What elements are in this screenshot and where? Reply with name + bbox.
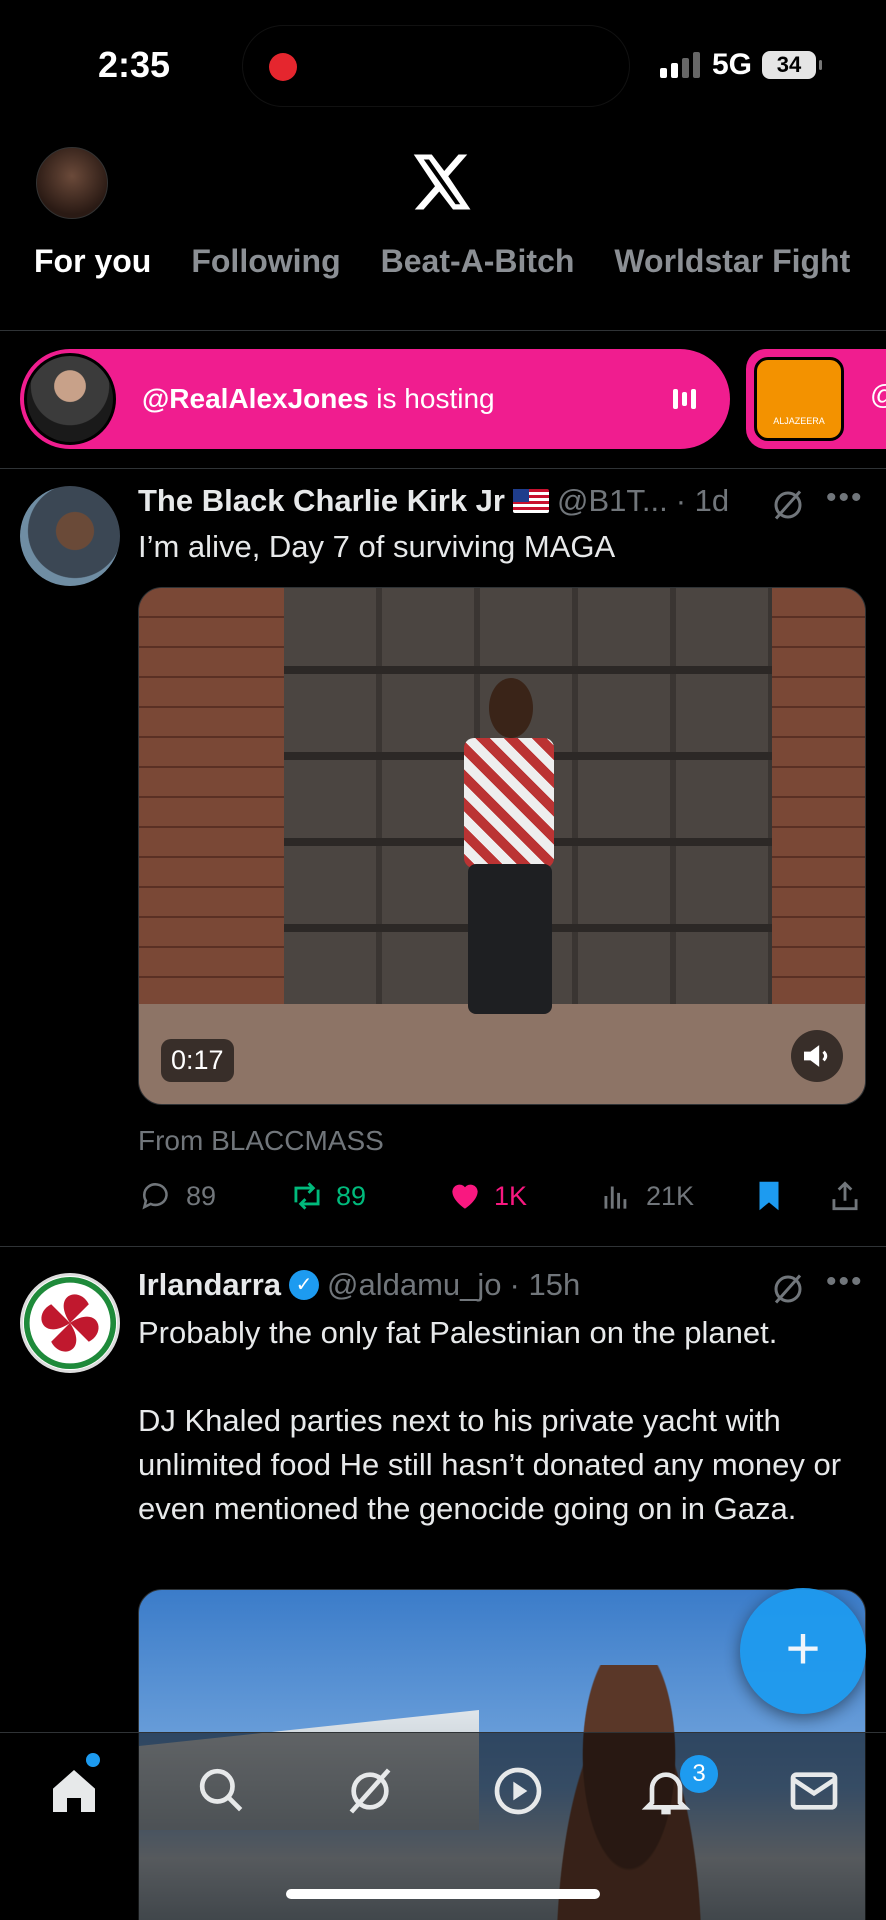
host-handle: @RealAlexJones <box>142 383 369 414</box>
post-header: The Black Charlie Kirk Jr @B1T... · 1d <box>138 483 729 519</box>
video-subject <box>454 678 564 1058</box>
nav-grok[interactable] <box>342 1763 402 1823</box>
top-header: For you Following Beat-A-Bitch Worldstar… <box>0 130 886 331</box>
repost-button[interactable]: 89 <box>288 1171 366 1221</box>
like-button[interactable]: 1K <box>446 1171 527 1221</box>
post-time: · 15h <box>509 1267 581 1302</box>
recording-indicator-icon <box>269 53 297 81</box>
space-host-text: @RealAlexJones is hosting <box>142 383 673 415</box>
home-icon <box>53 1770 95 1812</box>
tab-list-worldstar[interactable]: Worldstar Fight <box>594 235 870 295</box>
more-options-icon[interactable]: ••• <box>826 481 864 515</box>
post-video[interactable]: 0:17 <box>138 587 866 1105</box>
status-time: 2:35 <box>98 44 171 85</box>
like-count: 1K <box>494 1180 528 1211</box>
bookmark-button[interactable] <box>750 1171 788 1221</box>
reply-button[interactable]: 89 <box>138 1171 216 1221</box>
tab-following[interactable]: Following <box>171 235 360 295</box>
home-notification-dot <box>86 1753 100 1767</box>
post-time: · 1d <box>675 483 730 518</box>
search-icon <box>199 1768 243 1812</box>
author-avatar[interactable] <box>20 486 120 586</box>
tab-list-beat[interactable]: Beat-A-Bitch <box>361 235 595 295</box>
post-actions: 89 89 1K 21K <box>138 1171 868 1221</box>
cellular-signal-icon <box>660 52 700 78</box>
views-button[interactable]: 21K <box>598 1171 694 1221</box>
battery-icon: 34 <box>762 51 822 79</box>
spaces-bar: @RealAlexJones is hosting ALJAZEERA @ <box>0 345 886 455</box>
verified-badge-icon: ✓ <box>289 1270 320 1300</box>
space-card[interactable]: @RealAlexJones is hosting <box>20 349 730 449</box>
nav-home[interactable] <box>46 1763 106 1823</box>
host-suffix: is hosting <box>368 383 495 414</box>
space-2-handle: @ <box>870 379 886 411</box>
dynamic-island <box>242 25 630 107</box>
nav-messages[interactable] <box>786 1763 846 1823</box>
view-count: 21K <box>646 1180 695 1211</box>
repost-icon <box>294 1182 320 1210</box>
video-frame <box>772 588 865 1008</box>
space-card-2[interactable]: ALJAZEERA @ <box>746 349 886 449</box>
video-frame <box>139 588 284 1008</box>
video-duration: 0:17 <box>161 1039 234 1082</box>
post-text: Probably the only fat Palestinian on the… <box>138 1315 778 1350</box>
status-bar: 2:35 5G 34 <box>0 0 886 130</box>
video-source[interactable]: From BLACCMASS <box>138 1125 384 1157</box>
post[interactable]: The Black Charlie Kirk Jr @B1T... · 1d •… <box>0 469 886 1245</box>
aljazeera-logo: ALJAZEERA <box>754 357 844 441</box>
host-avatar <box>24 353 116 445</box>
author-handle[interactable]: @aldamu_jo <box>327 1267 502 1303</box>
x-logo-icon[interactable] <box>413 154 473 210</box>
mail-icon <box>790 1772 838 1810</box>
reply-icon <box>142 1183 168 1210</box>
author-handle[interactable]: @B1T... <box>557 483 668 519</box>
heart-icon <box>452 1184 478 1209</box>
nav-search[interactable] <box>194 1763 254 1823</box>
share-icon <box>832 1181 858 1211</box>
notifications-badge: 3 <box>680 1755 718 1793</box>
post-text: DJ Khaled parties next to his private ya… <box>138 1403 842 1526</box>
repost-count: 89 <box>336 1180 367 1211</box>
tab-for-you[interactable]: For you <box>0 235 171 295</box>
post-text: I’m alive, Day 7 of surviving MAGA <box>138 529 616 564</box>
share-button[interactable] <box>826 1171 864 1221</box>
audio-bars-icon <box>673 387 696 411</box>
author-avatar[interactable] <box>20 1273 120 1373</box>
author-name[interactable]: Irlandarra <box>138 1267 281 1303</box>
bookmark-icon <box>759 1181 779 1211</box>
us-flag-icon <box>513 489 549 513</box>
home-indicator[interactable] <box>286 1889 600 1899</box>
grok-icon[interactable] <box>770 487 806 523</box>
timeline-tabs: For you Following Beat-A-Bitch Worldstar… <box>0 235 886 295</box>
grok-icon[interactable] <box>770 1271 806 1307</box>
network-type: 5G <box>712 48 753 81</box>
author-name[interactable]: The Black Charlie Kirk Jr <box>138 483 505 519</box>
grok-icon <box>349 1768 391 1814</box>
play-icon <box>494 1767 542 1815</box>
more-options-icon[interactable]: ••• <box>826 1265 864 1299</box>
mute-icon[interactable] <box>791 1030 843 1082</box>
divider <box>0 330 886 331</box>
reply-count: 89 <box>186 1180 217 1211</box>
compose-post-button[interactable]: + <box>740 1588 866 1714</box>
profile-avatar[interactable] <box>36 147 108 219</box>
views-icon <box>604 1186 627 1209</box>
nav-video[interactable] <box>490 1763 550 1823</box>
post-header: Irlandarra ✓ @aldamu_jo · 15h <box>138 1267 580 1303</box>
